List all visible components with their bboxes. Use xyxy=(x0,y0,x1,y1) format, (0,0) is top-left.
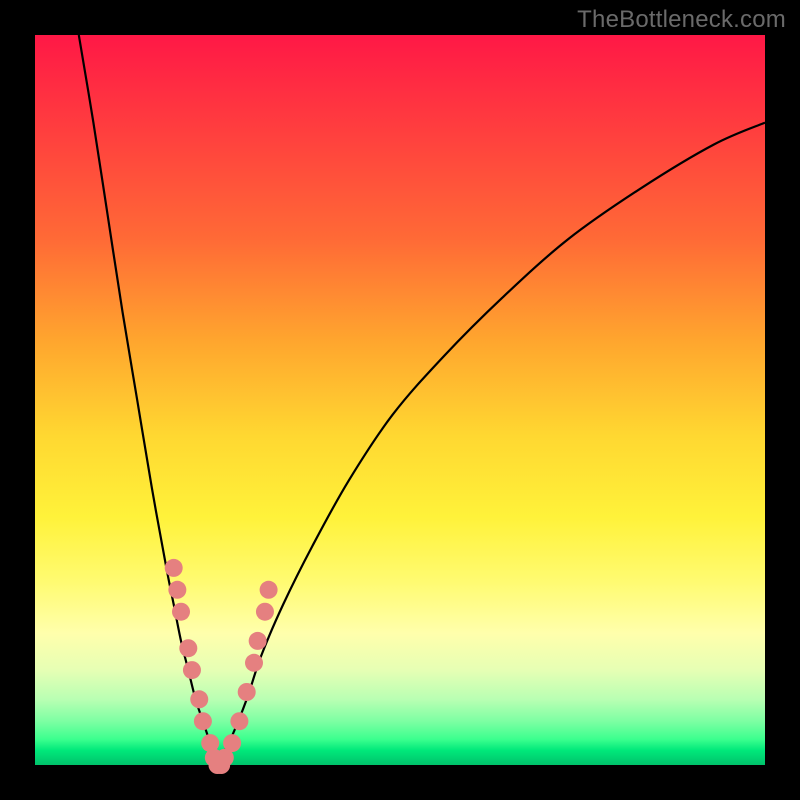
plot-area xyxy=(35,35,765,765)
watermark-text: TheBottleneck.com xyxy=(577,6,786,34)
data-marker xyxy=(165,559,183,577)
chart-frame: TheBottleneck.com xyxy=(0,0,800,800)
data-marker xyxy=(249,632,267,650)
data-marker xyxy=(260,581,278,599)
curve-right-branch xyxy=(218,123,766,765)
data-marker xyxy=(238,683,256,701)
marker-group xyxy=(165,559,278,774)
data-marker xyxy=(179,639,197,657)
data-marker xyxy=(190,690,208,708)
data-marker xyxy=(256,603,274,621)
data-marker xyxy=(183,661,201,679)
data-marker xyxy=(194,712,212,730)
curve-layer xyxy=(35,35,765,765)
data-marker xyxy=(245,654,263,672)
data-marker xyxy=(223,734,241,752)
curve-left-branch xyxy=(79,35,218,765)
data-marker xyxy=(230,712,248,730)
data-marker xyxy=(172,603,190,621)
data-marker xyxy=(168,581,186,599)
